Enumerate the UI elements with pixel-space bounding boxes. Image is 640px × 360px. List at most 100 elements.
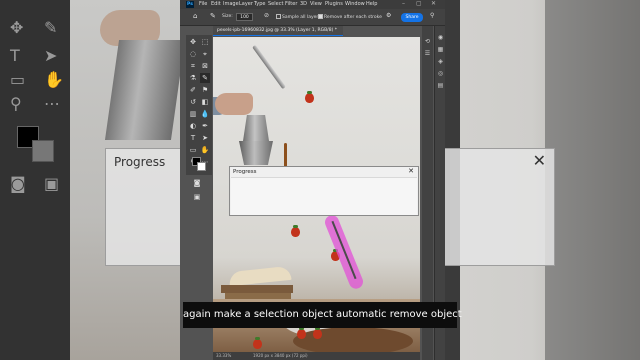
- video-frame: ✥ ✎ T ➤ ▭ ✋ ⚲ ⋯ ◙ ▣ Progress ✕ Ps File E…: [0, 0, 640, 360]
- photoshop-logo-icon: Ps: [186, 1, 194, 8]
- blur-tool-icon[interactable]: 💧: [200, 109, 210, 119]
- dodge-tool-icon[interactable]: ◐: [188, 121, 198, 131]
- background-coffee-pot: [104, 40, 186, 140]
- pressure-icon[interactable]: ⊘: [264, 12, 269, 19]
- remove-after-stroke-checkbox[interactable]: Remove after each stroke: [318, 14, 382, 20]
- remove-after-stroke-label: Remove after each stroke: [324, 15, 382, 20]
- background-right-panel: [545, 0, 640, 360]
- strawberry: [253, 337, 262, 349]
- moka-pot-top: [243, 115, 269, 141]
- wooden-board: [293, 327, 413, 352]
- open-book: [228, 265, 292, 287]
- dialog-close-icon[interactable]: ✕: [408, 167, 414, 175]
- path-select-tool-icon[interactable]: ➤: [200, 133, 210, 143]
- pen-tool-icon[interactable]: ✒: [200, 121, 210, 131]
- progress-dialog: Progress ✕: [229, 166, 419, 216]
- menu-filter[interactable]: Filter: [285, 1, 297, 7]
- frame-tool-icon[interactable]: ⊠: [200, 61, 210, 71]
- background-color-swatch[interactable]: [197, 162, 206, 171]
- marquee-tool-icon[interactable]: ⬚: [200, 37, 210, 47]
- menu-file[interactable]: File: [199, 1, 207, 7]
- size-input[interactable]: 100: [236, 13, 253, 21]
- background-swatch-bg: [32, 140, 54, 162]
- move-tool-icon-bg: ✥: [10, 18, 24, 37]
- channels-panel-icon[interactable]: ▤: [437, 82, 444, 89]
- size-label: Size:: [222, 14, 233, 19]
- adjustments-panel-icon[interactable]: ◎: [437, 70, 444, 77]
- stamp-tool-icon[interactable]: ⚑: [200, 85, 210, 95]
- status-bar: 33.33% 1920 px x 3840 px (72 ppi): [213, 352, 420, 360]
- eraser-tool-icon[interactable]: ◧: [200, 97, 210, 107]
- menu-layer[interactable]: Layer: [239, 1, 253, 7]
- hand-tool-icon[interactable]: ✋: [200, 145, 210, 155]
- strawberry: [297, 327, 306, 339]
- history-brush-icon[interactable]: ↺: [188, 97, 198, 107]
- type-tool-icon-bg: T: [10, 46, 20, 65]
- rectangle-tool-icon[interactable]: ▭: [188, 145, 198, 155]
- zoom-level[interactable]: 33.33%: [216, 352, 231, 360]
- more-tools-icon-bg: ⋯: [44, 94, 60, 113]
- close-window-icon[interactable]: ✕: [431, 0, 436, 7]
- remove-tool-icon-active[interactable]: ✎: [200, 73, 210, 83]
- dialog-title: Progress: [233, 169, 257, 175]
- hand: [215, 93, 253, 115]
- move-tool-icon[interactable]: ✥: [188, 37, 198, 47]
- video-caption: again make a selection object automatic …: [183, 302, 462, 328]
- strawberry: [313, 327, 322, 339]
- menu-type[interactable]: Type: [254, 1, 265, 7]
- sample-all-layers-label: Sample all layers: [282, 15, 321, 20]
- book-stack-top: [221, 285, 293, 293]
- menu-3d[interactable]: 3D: [300, 1, 307, 7]
- moka-pot-bottom: [239, 141, 273, 165]
- menu-bar: Ps File Edit Image Layer Type Select Fil…: [180, 0, 445, 9]
- menu-image[interactable]: Image: [223, 1, 239, 7]
- quick-mask-icon-bg: ◙: [10, 174, 26, 193]
- strawberry: [291, 225, 300, 237]
- quick-mask-icon[interactable]: ◙: [192, 178, 202, 188]
- strawberry: [305, 91, 314, 103]
- gradient-tool-icon[interactable]: ▥: [188, 109, 198, 119]
- flying-knife: [252, 44, 286, 90]
- checkbox-checked-icon: [318, 14, 323, 19]
- remove-tool-icon[interactable]: ✎: [210, 12, 216, 20]
- swatches-panel-icon[interactable]: ▦: [437, 46, 444, 53]
- properties-panel-icon[interactable]: ☰: [424, 50, 431, 57]
- crop-tool-icon[interactable]: ⌗: [188, 61, 198, 71]
- maximize-icon[interactable]: ▢: [416, 0, 422, 7]
- brush-tool-icon-bg: ✎: [44, 18, 58, 37]
- background-dialog-title: Progress: [114, 155, 166, 169]
- brush-tool-icon[interactable]: ✐: [188, 85, 198, 95]
- search-icon[interactable]: ⚲: [430, 12, 434, 19]
- screen-mode-icon[interactable]: ▣: [192, 192, 202, 202]
- history-panel-icon[interactable]: ⟲: [424, 38, 431, 45]
- menu-select[interactable]: Select: [268, 1, 283, 7]
- options-bar: ⌂ ✎ Size: 100 ⊘ Sample all layers Remove…: [180, 9, 445, 26]
- menu-edit[interactable]: Edit: [211, 1, 221, 7]
- tools-panel: ✥ ⬚ ◌ ⌖ ⌗ ⊠ ⚗ ✎ ✐ ⚑ ↺ ◧ ▥ 💧 ◐ ✒ T ➤ ▭ ✋ …: [186, 35, 212, 175]
- layers-panel-icon[interactable]: ◈: [437, 58, 444, 65]
- menu-window[interactable]: Window: [345, 1, 365, 7]
- menu-plugins[interactable]: Plugins: [325, 1, 343, 7]
- background-dialog-close-icon: ✕: [532, 151, 546, 170]
- dialog-body: [231, 177, 417, 215]
- document-dimensions: 1920 px x 3840 px (72 ppi): [253, 353, 308, 358]
- checkbox-unchecked-icon: [276, 14, 281, 19]
- object-select-tool-icon[interactable]: ⌖: [200, 49, 210, 59]
- type-tool-icon[interactable]: T: [188, 133, 198, 143]
- hand-tool-icon-bg: ✋: [44, 70, 64, 89]
- screen-mode-icon-bg: ▣: [44, 174, 60, 193]
- minimize-icon[interactable]: –: [402, 0, 405, 7]
- sample-all-layers-checkbox[interactable]: Sample all layers: [276, 14, 321, 20]
- color-panel-icon[interactable]: ◉: [437, 34, 444, 41]
- path-select-icon-bg: ➤: [44, 46, 58, 65]
- settings-icon[interactable]: ⚙: [386, 12, 391, 19]
- share-button[interactable]: Share: [401, 13, 423, 22]
- menu-help[interactable]: Help: [366, 1, 377, 7]
- menu-view[interactable]: View: [310, 1, 322, 7]
- eyedropper-tool-icon[interactable]: ⚗: [188, 73, 198, 83]
- home-icon[interactable]: ⌂: [193, 12, 197, 20]
- rectangle-tool-icon-bg: ▭: [10, 70, 26, 89]
- lasso-tool-icon[interactable]: ◌: [188, 49, 198, 59]
- document-tab[interactable]: pexels-ipb-16960832.jpg @ 33.3% (Layer 1…: [213, 26, 343, 36]
- zoom-tool-icon-bg: ⚲: [10, 94, 22, 113]
